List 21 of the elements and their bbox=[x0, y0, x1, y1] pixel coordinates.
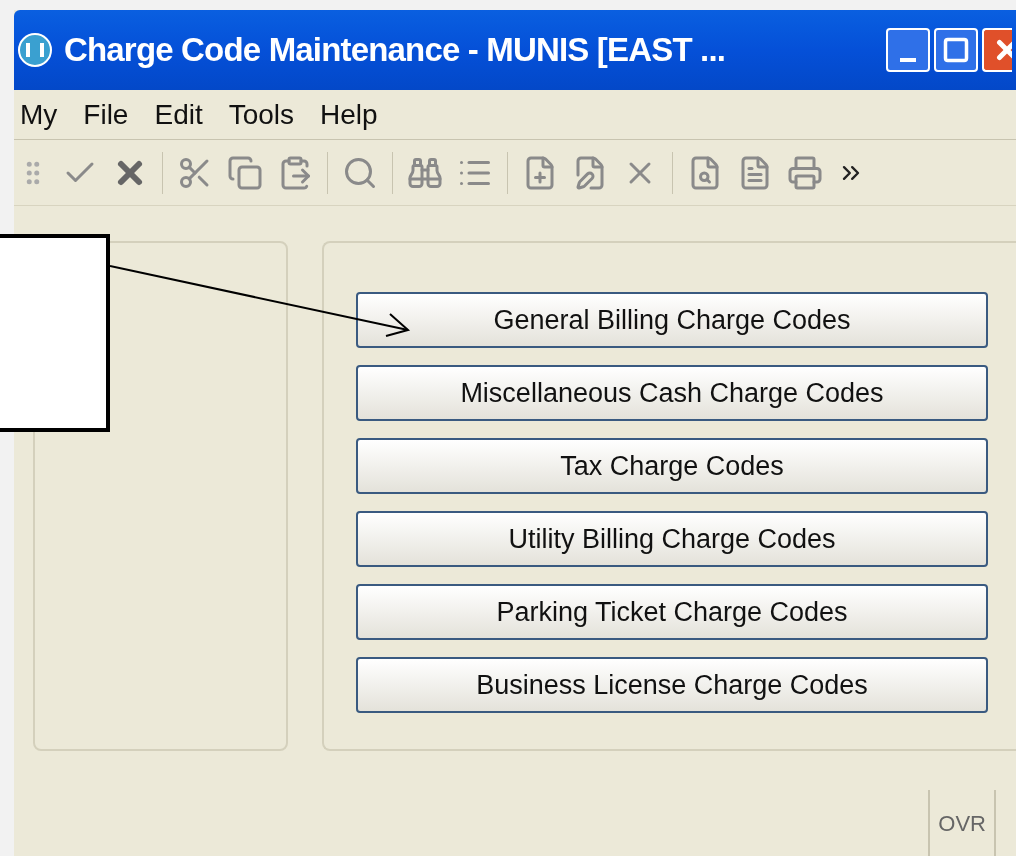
menu-item[interactable]: Edit bbox=[154, 93, 203, 136]
charge-code-button[interactable]: Parking Ticket Charge Codes bbox=[356, 584, 988, 640]
charge-code-button[interactable]: Miscellaneous Cash Charge Codes bbox=[356, 365, 988, 421]
menu-item[interactable]: File bbox=[83, 93, 129, 136]
menu-item[interactable]: Tools bbox=[228, 93, 295, 136]
maximize-button[interactable] bbox=[934, 28, 978, 72]
charge-code-button[interactable]: Tax Charge Codes bbox=[356, 438, 988, 494]
charge-code-button[interactable]: General Billing Charge Codes bbox=[356, 292, 988, 348]
copy-icon[interactable] bbox=[227, 154, 263, 191]
minimize-button[interactable] bbox=[886, 28, 930, 72]
overwrite-mode-indicator: OVR bbox=[928, 790, 996, 856]
charge-code-button[interactable]: Business License Charge Codes bbox=[356, 657, 988, 713]
printer-icon[interactable] bbox=[787, 154, 823, 191]
window-title: Charge Code Maintenance - MUNIS [EAST ... bbox=[64, 30, 726, 71]
close-button[interactable] bbox=[982, 28, 1012, 72]
charge-code-button[interactable]: Utility Billing Charge Codes bbox=[356, 511, 988, 567]
menu-item[interactable]: My bbox=[20, 93, 58, 136]
maximize-icon bbox=[942, 36, 970, 64]
menu-item[interactable]: Help bbox=[320, 93, 378, 136]
minimize-icon bbox=[900, 58, 916, 62]
app-logo-icon bbox=[18, 33, 52, 67]
